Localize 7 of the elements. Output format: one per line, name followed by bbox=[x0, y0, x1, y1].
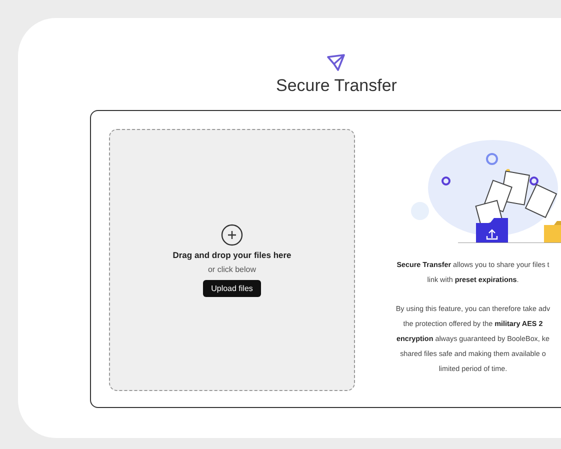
page-title: Secure Transfer bbox=[275, 76, 398, 96]
drop-heading: Drag and drop your files here bbox=[172, 250, 292, 260]
drop-zone[interactable]: Drag and drop your files here or click below Upload files bbox=[109, 129, 355, 391]
drop-subtext: or click below bbox=[208, 264, 256, 274]
plus-circle-icon bbox=[221, 224, 243, 246]
paper-plane-icon bbox=[326, 54, 346, 72]
upload-button[interactable]: Upload files bbox=[203, 280, 261, 296]
